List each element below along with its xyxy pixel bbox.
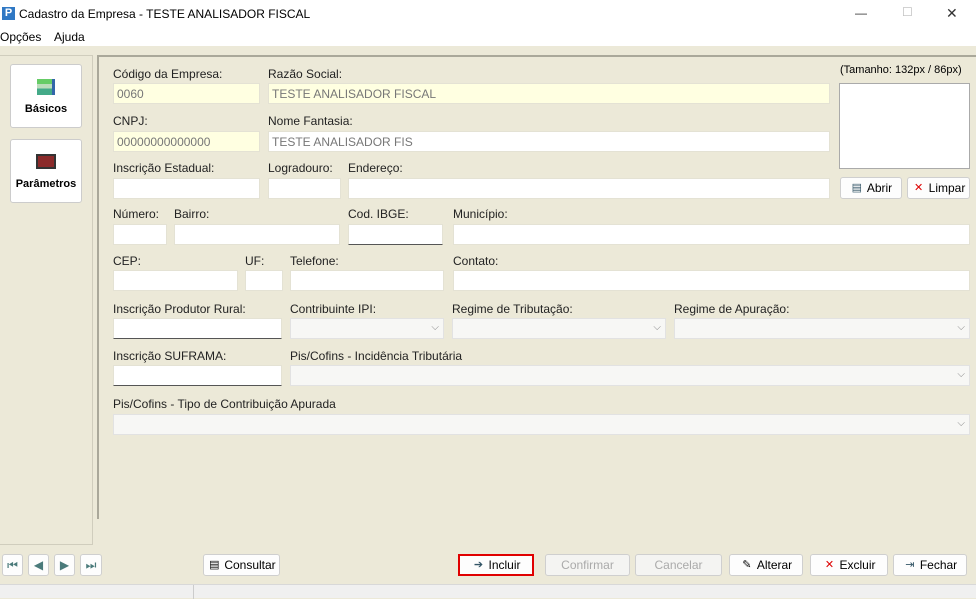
scanner-icon: ▤ bbox=[851, 182, 863, 194]
limpar-button[interactable]: ✕ Limpar bbox=[907, 177, 970, 199]
ibge-label: Cod. IBGE: bbox=[348, 207, 409, 221]
chevron-down-icon: ⌵ bbox=[957, 369, 965, 380]
cep-field[interactable] bbox=[113, 270, 238, 291]
telefone-label: Telefone: bbox=[290, 254, 339, 268]
uf-field[interactable] bbox=[245, 270, 283, 291]
logo-image-box[interactable] bbox=[839, 83, 970, 169]
chevron-down-icon: ⌵ bbox=[957, 322, 965, 333]
suframa-label: Inscrição SUFRAMA: bbox=[113, 349, 227, 363]
clear-icon: ✕ bbox=[914, 182, 924, 194]
fechar-button[interactable]: ⇥ Fechar bbox=[893, 554, 967, 576]
incluir-button[interactable]: ➔ Incluir bbox=[458, 554, 534, 576]
pis-tipo-label: Pis/Cofins - Tipo de Contribuição Apurad… bbox=[113, 397, 336, 411]
municipio-label: Município: bbox=[453, 207, 508, 221]
fantasia-label: Nome Fantasia: bbox=[268, 114, 353, 128]
regime-apur-select[interactable]: ⌵ bbox=[674, 318, 970, 339]
regime-apur-label: Regime de Apuração: bbox=[674, 302, 790, 316]
cep-label: CEP: bbox=[113, 254, 142, 268]
contato-field[interactable] bbox=[453, 270, 970, 291]
cnpj-label: CNPJ: bbox=[113, 114, 148, 128]
exit-door-icon: ⇥ bbox=[905, 559, 915, 571]
ie-label: Inscrição Estadual: bbox=[113, 161, 215, 175]
pis-incid-select[interactable]: ⌵ bbox=[290, 365, 970, 386]
ipi-select[interactable]: ⌵ bbox=[290, 318, 444, 339]
chevron-down-icon: ⌵ bbox=[957, 418, 965, 429]
regime-trib-select[interactable]: ⌵ bbox=[452, 318, 666, 339]
last-arrow-icon: ⏭ bbox=[85, 557, 97, 572]
window-title: Cadastro da Empresa - TESTE ANALISADOR F… bbox=[19, 7, 311, 21]
telefone-field[interactable] bbox=[290, 270, 444, 291]
cancelar-button[interactable]: Cancelar bbox=[635, 554, 722, 576]
close-button[interactable]: ✕ bbox=[946, 5, 958, 22]
municipio-field[interactable] bbox=[453, 224, 970, 245]
last-record-button[interactable]: ⏭ bbox=[80, 554, 102, 576]
ibge-field[interactable] bbox=[348, 224, 443, 245]
add-record-icon: ➔ bbox=[473, 559, 484, 571]
status-bar bbox=[0, 584, 976, 599]
endereco-field[interactable] bbox=[348, 178, 830, 199]
image-size-label: (Tamanho: 132px / 86px) bbox=[840, 64, 962, 76]
next-record-button[interactable]: ▶ bbox=[54, 554, 75, 576]
menu-ajuda[interactable]: Ajuda bbox=[54, 30, 85, 44]
endereco-label: Endereço: bbox=[348, 161, 403, 175]
alterar-button[interactable]: ✎ Alterar bbox=[729, 554, 803, 576]
codigo-label: Código da Empresa: bbox=[113, 67, 223, 81]
book-icon bbox=[36, 154, 56, 169]
title-bar: P Cadastro da Empresa - TESTE ANALISADOR… bbox=[0, 0, 976, 27]
delete-icon: ✕ bbox=[824, 559, 835, 571]
sidebar bbox=[0, 55, 93, 545]
produtor-field[interactable] bbox=[113, 318, 282, 339]
list-icon: ▤ bbox=[209, 559, 220, 571]
sidebar-label: Parâmetros bbox=[15, 178, 77, 190]
pis-tipo-select[interactable]: ⌵ bbox=[113, 414, 970, 435]
logradouro-label: Logradouro: bbox=[268, 161, 333, 175]
bairro-label: Bairro: bbox=[174, 207, 210, 221]
ie-field[interactable] bbox=[113, 178, 260, 199]
regime-trib-label: Regime de Tributação: bbox=[452, 302, 573, 316]
logradouro-field[interactable] bbox=[268, 178, 341, 199]
pis-incid-label: Pis/Cofins - Incidência Tributária bbox=[290, 349, 463, 363]
ipi-label: Contribuinte IPI: bbox=[290, 302, 377, 316]
consultar-button[interactable]: ▤ Consultar bbox=[203, 554, 280, 576]
abrir-button[interactable]: ▤ Abrir bbox=[840, 177, 902, 199]
first-record-button[interactable]: ⏮ bbox=[2, 554, 23, 576]
razao-label: Razão Social: bbox=[268, 67, 343, 81]
menu-opcoes[interactable]: Opções bbox=[0, 30, 41, 44]
produtor-label: Inscrição Produtor Rural: bbox=[113, 302, 246, 316]
edit-icon: ✎ bbox=[742, 559, 752, 571]
right-arrow-icon: ▶ bbox=[59, 558, 70, 572]
first-arrow-icon: ⏮ bbox=[7, 557, 18, 572]
cnpj-field[interactable]: 00000000000000 bbox=[113, 131, 260, 152]
maximize-button[interactable]: ☐ bbox=[902, 5, 913, 19]
suframa-field[interactable] bbox=[113, 365, 282, 386]
excluir-button[interactable]: ✕ Excluir bbox=[810, 554, 888, 576]
confirmar-button[interactable]: Confirmar bbox=[545, 554, 630, 576]
left-arrow-icon: ◀ bbox=[33, 558, 44, 572]
fantasia-field[interactable]: TESTE ANALISADOR FIS bbox=[268, 131, 830, 152]
uf-label: UF: bbox=[245, 254, 265, 268]
contato-label: Contato: bbox=[453, 254, 499, 268]
codigo-field[interactable]: 0060 bbox=[113, 83, 260, 104]
numero-field[interactable] bbox=[113, 224, 167, 245]
menu-bar: Opções Ajuda bbox=[0, 27, 976, 46]
table-icon bbox=[37, 79, 55, 95]
sidebar-label: Básicos bbox=[24, 103, 68, 115]
sidebar-item-basicos[interactable]: Básicos bbox=[10, 64, 82, 128]
razao-field[interactable]: TESTE ANALISADOR FISCAL bbox=[268, 83, 830, 104]
minimize-button[interactable]: — bbox=[855, 6, 867, 20]
sidebar-item-parametros[interactable]: Parâmetros bbox=[10, 139, 82, 203]
chevron-down-icon: ⌵ bbox=[431, 322, 439, 333]
status-divider bbox=[193, 585, 194, 599]
prev-record-button[interactable]: ◀ bbox=[28, 554, 49, 576]
numero-label: Número: bbox=[113, 207, 160, 221]
bairro-field[interactable] bbox=[174, 224, 340, 245]
app-icon: P bbox=[2, 7, 15, 20]
chevron-down-icon: ⌵ bbox=[653, 322, 661, 333]
